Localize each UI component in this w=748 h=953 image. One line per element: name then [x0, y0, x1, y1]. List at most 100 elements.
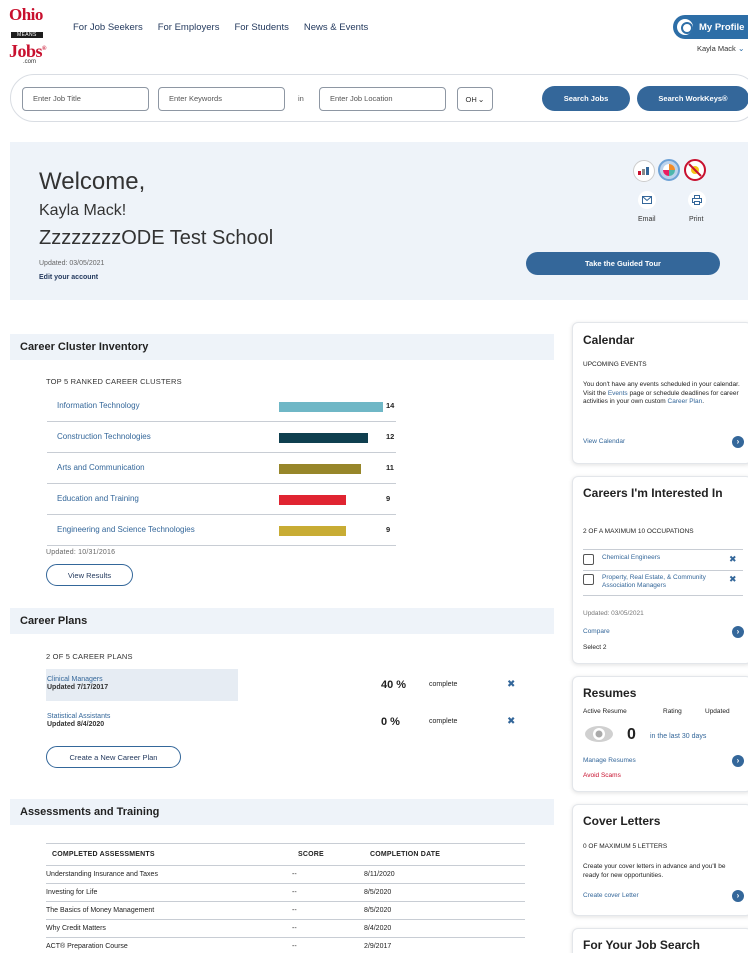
logo-jobs-text: Jobs®	[9, 41, 46, 61]
search-jobs-button[interactable]: Search Jobs	[542, 86, 630, 111]
cluster-value: 9	[386, 494, 391, 503]
assessment-date: 2/9/2017	[364, 943, 392, 950]
job-title-input[interactable]: Enter Job Title	[22, 87, 149, 111]
select-count: Select 2	[583, 644, 607, 651]
main-nav: For Job Seekers For Employers For Studen…	[73, 22, 368, 33]
cover-letters-text: Create your cover letters in advance and…	[583, 863, 726, 879]
keywords-input[interactable]: Enter Keywords	[158, 87, 285, 111]
occupation-checkbox[interactable]	[583, 554, 594, 565]
cluster-label[interactable]: Information Technology	[57, 401, 140, 410]
job-location-input[interactable]: Enter Job Location	[319, 87, 446, 111]
no-theme-icon[interactable]	[684, 159, 706, 181]
plan-percent: 0 %	[381, 716, 400, 728]
cluster-label[interactable]: Arts and Communication	[57, 463, 145, 472]
assessment-name[interactable]: ACT® Preparation Course	[46, 943, 128, 950]
assessment-score: --	[292, 907, 297, 914]
eye-icon	[584, 725, 614, 743]
assessment-name[interactable]: Understanding Insurance and Taxes	[46, 871, 158, 878]
career-plans-header: Career Plans	[10, 608, 554, 634]
cover-letters-caption: 0 OF MAXIMUM 5 LETTERS	[583, 843, 668, 850]
career-cluster-subtitle: TOP 5 RANKED CAREER CLUSTERS	[46, 377, 182, 386]
career-plans-subtitle: 2 OF 5 CAREER PLANS	[46, 652, 133, 661]
compare-link[interactable]: Compare	[583, 628, 610, 635]
arrow-right-icon[interactable]: ›	[732, 755, 744, 767]
assessment-name[interactable]: Investing for Life	[46, 889, 97, 896]
cluster-label[interactable]: Engineering and Science Technologies	[57, 525, 195, 534]
divider	[583, 595, 743, 596]
delete-plan-icon[interactable]: ✖	[507, 716, 515, 727]
assessments-table: COMPLETED ASSESSMENTS SCORE COMPLETION D…	[46, 843, 525, 953]
remove-occupation-icon[interactable]: ✖	[729, 554, 737, 565]
col-completed-assessments: COMPLETED ASSESSMENTS	[52, 851, 155, 858]
cluster-row: Construction Technologies 12	[47, 422, 396, 453]
view-results-button[interactable]: View Results	[46, 564, 133, 586]
career-plan-row: Clinical Managers Updated 7/17/2017 40 %…	[46, 669, 516, 701]
my-profile-button[interactable]: My Profile	[673, 15, 748, 39]
my-profile-label: My Profile	[699, 21, 745, 33]
avoid-scams-link[interactable]: Avoid Scams	[583, 772, 621, 779]
print-icon[interactable]	[688, 191, 706, 209]
email-icon[interactable]	[638, 191, 656, 209]
cluster-bar	[279, 433, 368, 443]
cluster-value: 12	[386, 432, 395, 441]
theme-color-icon[interactable]	[658, 159, 680, 181]
edit-account-link[interactable]: Edit your account	[39, 274, 98, 281]
assessment-score: --	[292, 889, 297, 896]
email-label[interactable]: Email	[638, 216, 656, 223]
resumes-card: Resumes Active Resume Rating Updated 0 i…	[572, 676, 748, 792]
remove-occupation-icon[interactable]: ✖	[729, 574, 737, 585]
search-workkeys-button[interactable]: Search WorkKeys®	[637, 86, 748, 111]
occupation-link[interactable]: Chemical Engineers	[602, 554, 730, 562]
school-name: ZzzzzzzzODE Test School	[39, 227, 274, 249]
plan-name[interactable]: Statistical Assistants	[47, 713, 110, 720]
arrow-right-icon[interactable]: ›	[732, 436, 744, 448]
delete-plan-icon[interactable]: ✖	[507, 679, 515, 690]
occupation-checkbox[interactable]	[583, 574, 594, 585]
logo-means-text: MEANS	[11, 32, 43, 38]
assessment-name[interactable]: The Basics of Money Management	[46, 907, 154, 914]
guided-tour-button[interactable]: Take the Guided Tour	[526, 252, 720, 275]
arrow-right-icon[interactable]: ›	[732, 890, 744, 902]
logo-ohio-text: Ohio	[9, 5, 43, 24]
create-career-plan-button[interactable]: Create a New Career Plan	[46, 746, 181, 768]
nav-for-job-seekers[interactable]: For Job Seekers	[73, 22, 143, 33]
cluster-label[interactable]: Education and Training	[57, 494, 139, 503]
state-select[interactable]: OH ⌄	[457, 87, 493, 111]
user-menu[interactable]: Kayla Mack ⌄	[697, 44, 745, 53]
cluster-value: 14	[386, 401, 395, 410]
divider	[583, 549, 743, 550]
assessment-name[interactable]: Why Credit Matters	[46, 925, 106, 932]
careers-updated: Updated: 03/05/2021	[583, 610, 644, 617]
nav-for-employers[interactable]: For Employers	[158, 22, 220, 33]
assessment-date: 8/5/2020	[364, 907, 392, 914]
assessment-date: 8/4/2020	[364, 925, 392, 932]
career-plan-link[interactable]: Career Plan	[668, 398, 703, 405]
view-calendar-link[interactable]: View Calendar	[583, 438, 625, 445]
cluster-label[interactable]: Construction Technologies	[57, 432, 151, 441]
calendar-card: Calendar UPCOMING EVENTS You don't have …	[572, 322, 748, 464]
nav-for-students[interactable]: For Students	[234, 22, 288, 33]
print-label[interactable]: Print	[689, 216, 703, 223]
plan-name[interactable]: Clinical Managers	[47, 676, 103, 683]
cluster-bar	[279, 402, 383, 412]
events-link[interactable]: Events	[608, 390, 628, 397]
ohiomeansjobs-logo[interactable]: Ohio MEANS Jobs® .com	[9, 5, 57, 65]
job-search-bar: Enter Job Title Enter Keywords in Enter …	[10, 74, 748, 122]
resume-period: in the last 30 days	[650, 733, 707, 740]
careers-title: Careers I'm Interested In	[583, 486, 723, 500]
arrow-right-icon[interactable]: ›	[732, 626, 744, 638]
resumes-title: Resumes	[583, 686, 637, 700]
assessments-header: Assessments and Training	[10, 799, 554, 825]
assessment-score: --	[292, 925, 297, 932]
occupation-link[interactable]: Property, Real Estate, & Community Assoc…	[602, 574, 730, 590]
cluster-bar	[279, 464, 361, 474]
theme-default-icon[interactable]	[633, 160, 655, 182]
plan-updated: Updated 8/4/2020	[47, 721, 105, 728]
nav-news-events[interactable]: News & Events	[304, 22, 368, 33]
create-cover-letter-link[interactable]: Create cover Letter	[583, 892, 639, 899]
table-row: ACT® Preparation Course -- 2/9/2017	[46, 938, 525, 953]
manage-resumes-link[interactable]: Manage Resumes	[583, 757, 636, 764]
user-icon	[677, 19, 693, 35]
cluster-bar	[279, 495, 346, 505]
calendar-title: Calendar	[583, 333, 635, 347]
